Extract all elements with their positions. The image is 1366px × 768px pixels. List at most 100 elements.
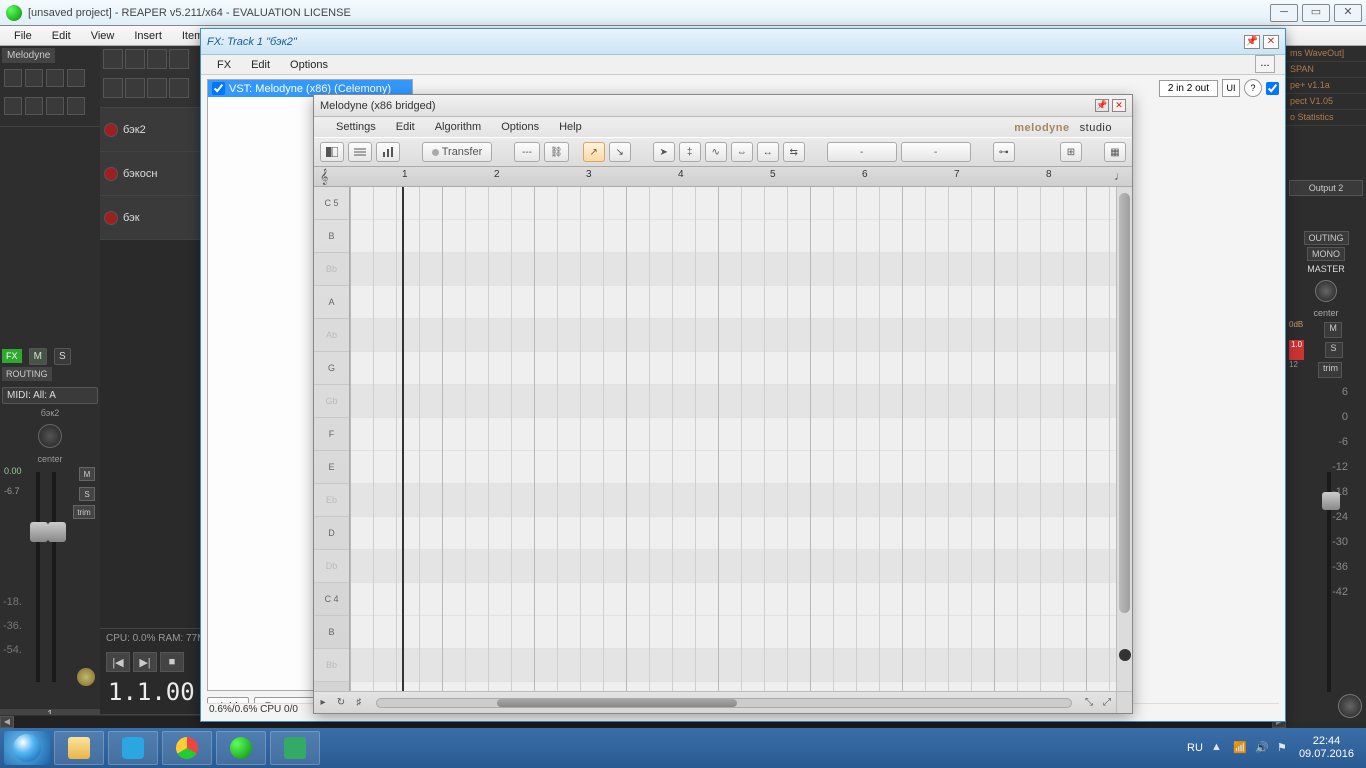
toolbar-icon[interactable] <box>169 49 189 69</box>
pan-knob[interactable] <box>38 424 62 448</box>
routing-badge[interactable]: OUTING <box>1304 231 1349 245</box>
tool-icon[interactable] <box>25 97 43 115</box>
piano-key[interactable]: A <box>314 286 349 319</box>
piano-key[interactable]: E <box>314 451 349 484</box>
view-toggle-2-icon[interactable] <box>348 142 372 162</box>
ms-m[interactable]: M <box>29 348 47 365</box>
record-icon[interactable] <box>104 167 118 181</box>
mel-pin-icon[interactable]: 📌 <box>1095 99 1109 112</box>
midi-selector[interactable]: MIDI: All: A <box>2 387 98 404</box>
ms-s[interactable]: S <box>54 348 71 365</box>
arrow-tool-icon[interactable]: ➤ <box>653 142 675 162</box>
menu-file[interactable]: File <box>4 30 42 42</box>
close-button[interactable]: ✕ <box>1334 4 1362 22</box>
piano-key[interactable]: Eb <box>314 484 349 517</box>
toolbar-icon[interactable] <box>125 49 145 69</box>
melodyne-hscroll[interactable]: ▸ ↻ ♯ ⤡ ⤢ <box>314 691 1116 713</box>
mel-menu-algorithm[interactable]: Algorithm <box>425 121 491 133</box>
fx-button[interactable]: FX <box>2 349 22 363</box>
mono-badge[interactable]: MONO <box>1307 247 1345 261</box>
melodyne-ruler[interactable]: 𝄞 ♩ 1 2 3 4 5 6 7 8 <box>314 167 1132 187</box>
grid-icon[interactable]: ▦ <box>1104 142 1126 162</box>
cycle-icon[interactable]: ↻ <box>332 695 350 711</box>
tool-icon[interactable] <box>25 69 43 87</box>
note-icon[interactable]: ♩ <box>1114 169 1126 183</box>
melodyne-editor[interactable]: C 5BBbAAbGGbFEEbDDbC 4BBb <box>314 187 1116 691</box>
bypass-checkbox[interactable] <box>1266 82 1279 95</box>
piano-key-column[interactable]: C 5BBbAAbGGbFEEbDDbC 4BBb <box>314 187 350 691</box>
plugin-slot[interactable]: ms WaveOut] <box>1286 46 1366 62</box>
piano-key[interactable]: G <box>314 352 349 385</box>
piano-key[interactable]: D <box>314 517 349 550</box>
tool-icon[interactable] <box>4 69 22 87</box>
mel-close-icon[interactable]: ✕ <box>1112 99 1126 112</box>
ui-toggle[interactable]: UI <box>1222 79 1240 97</box>
tray-volume-icon[interactable]: 🔊 <box>1255 741 1269 755</box>
fx-enabled-checkbox[interactable] <box>212 82 225 95</box>
plugin-slot[interactable]: o Statistics <box>1286 110 1366 126</box>
piano-key[interactable]: Db <box>314 550 349 583</box>
track-row[interactable]: бэкосн <box>100 152 200 196</box>
formant-tool-icon[interactable]: ⇔ <box>731 142 753 162</box>
pitch-tool-icon[interactable]: ‡ <box>679 142 701 162</box>
fader[interactable] <box>30 472 95 682</box>
stop-button[interactable]: ■ <box>160 652 184 672</box>
toolbar-icon[interactable] <box>169 78 189 98</box>
master-solo[interactable]: S <box>1325 342 1343 358</box>
clef-icon[interactable]: 𝄞 <box>320 168 328 185</box>
record-icon[interactable] <box>104 123 118 137</box>
master-mute[interactable]: M <box>1324 322 1342 338</box>
transfer-button[interactable]: Transfer <box>422 142 492 162</box>
zoom-handle-icon[interactable] <box>1119 649 1131 661</box>
fader-cap-2[interactable] <box>48 522 66 542</box>
resize-corner[interactable] <box>1116 691 1132 713</box>
track-row[interactable]: бэк2 <box>100 108 200 152</box>
link-icon[interactable]: ⛓ <box>544 142 569 162</box>
language-indicator[interactable]: RU <box>1187 742 1203 754</box>
menu-view[interactable]: View <box>81 30 125 42</box>
main-tool-icon[interactable]: ↗ <box>583 142 605 162</box>
plugin-slot[interactable]: SPAN <box>1286 62 1366 78</box>
io-config[interactable]: 2 in 2 out <box>1159 80 1218 97</box>
more-button[interactable]: ... <box>1255 55 1275 73</box>
plugin-slot[interactable]: pect V1.05 <box>1286 94 1366 110</box>
piano-key[interactable]: Bb <box>314 253 349 286</box>
tool-icon[interactable] <box>67 97 85 115</box>
fader-cap[interactable] <box>30 522 48 542</box>
master-knob-2[interactable] <box>1338 694 1362 718</box>
pitch-display[interactable]: - <box>827 142 897 162</box>
resize-icon[interactable]: ⤢ <box>1098 695 1116 711</box>
hscroll-thumb[interactable] <box>497 699 737 707</box>
toolbar-icon[interactable] <box>125 78 145 98</box>
toolbar-icon[interactable] <box>103 78 123 98</box>
melodyne-tab[interactable]: Melodyne <box>2 48 55 63</box>
fx-titlebar[interactable]: FX: Track 1 "бэк2" 📌 ✕ <box>201 29 1285 55</box>
taskbar-teamviewer[interactable] <box>108 731 158 765</box>
start-button[interactable] <box>4 731 50 765</box>
piano-key[interactable]: Bb <box>314 649 349 682</box>
taskbar-chrome[interactable] <box>162 731 212 765</box>
master-pan-knob[interactable] <box>1315 280 1337 302</box>
output-selector[interactable]: Output 2 <box>1289 180 1363 196</box>
melodyne-titlebar[interactable]: Melodyne (x86 bridged) 📌 ✕ <box>314 95 1132 117</box>
amplitude-tool-icon[interactable]: ↔ <box>757 142 779 162</box>
sub-tool-icon[interactable]: ↘ <box>609 142 631 162</box>
tool-icon[interactable] <box>46 69 64 87</box>
tray-action-icon[interactable]: ⚑ <box>1277 741 1291 755</box>
piano-key[interactable]: B <box>314 616 349 649</box>
piano-key[interactable]: B <box>314 220 349 253</box>
playhead[interactable] <box>402 187 404 691</box>
mel-menu-edit[interactable]: Edit <box>386 121 425 133</box>
tool-icon[interactable] <box>67 69 85 87</box>
pin-icon[interactable]: 📌 <box>1244 35 1260 49</box>
piano-key[interactable]: F <box>314 418 349 451</box>
snap-icon[interactable]: ⊞ <box>1060 142 1082 162</box>
modulation-tool-icon[interactable]: ∿ <box>705 142 727 162</box>
vscroll-thumb[interactable] <box>1119 193 1130 613</box>
routing-button[interactable]: ROUTING <box>2 367 52 381</box>
tool-icon[interactable] <box>46 97 64 115</box>
taskbar-clock[interactable]: 22:44 09.07.2016 <box>1299 735 1354 761</box>
timing-tool-icon[interactable]: ⇆ <box>783 142 805 162</box>
menu-edit[interactable]: Edit <box>42 30 81 42</box>
piano-key[interactable]: Gb <box>314 385 349 418</box>
